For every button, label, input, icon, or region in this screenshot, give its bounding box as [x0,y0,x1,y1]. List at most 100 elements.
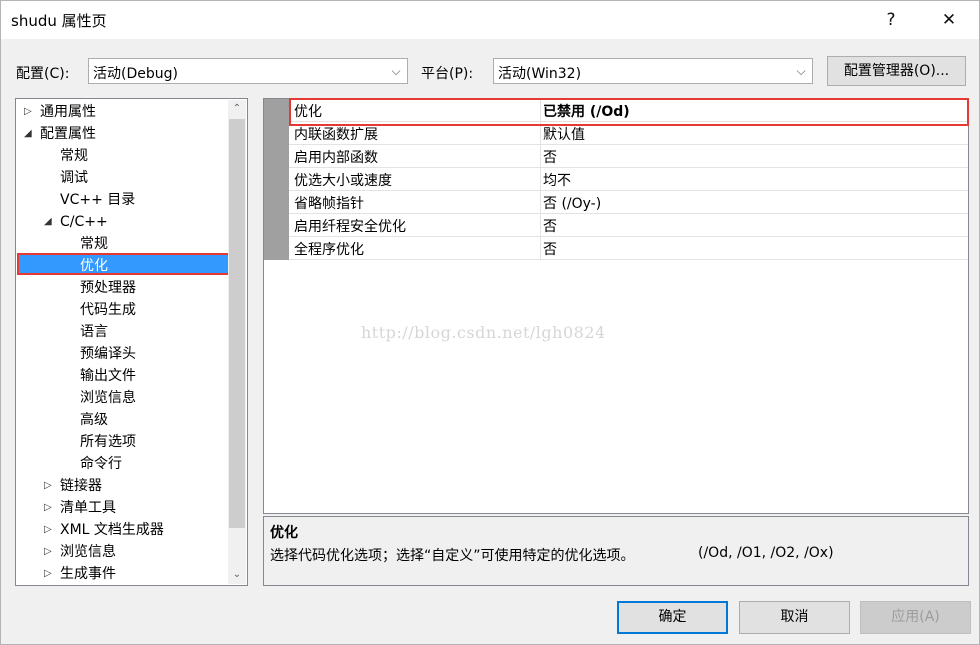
tree-item[interactable]: 所有选项 [16,431,226,453]
description-title: 优化 [270,525,298,541]
apply-button[interactable]: 应用(A) [860,601,971,634]
expand-arrow-icon[interactable]: ▷ [44,541,52,563]
property-name: 优选大小或速度 [294,173,392,189]
tree-item-label: 生成事件 [60,566,116,582]
property-row[interactable]: 优选大小或速度 均不 [289,168,968,191]
tree-item[interactable]: 高级 [16,409,226,431]
property-value[interactable]: 否 [543,147,557,167]
description-options: (/Od, /O1, /O2, /Ox) [698,545,834,561]
platform-label: 平台(P): [421,66,474,82]
property-name: 启用纤程安全优化 [294,219,406,235]
description-panel: 优化 选择代码优化选项；选择“自定义”可使用特定的优化选项。 (/Od, /O1… [263,516,969,586]
expand-arrow-icon[interactable]: ▷ [44,475,52,497]
property-value[interactable]: 否 [543,239,557,259]
tree-item-label: 通用属性 [40,104,96,120]
tree-item-label: 语言 [80,324,108,340]
collapse-arrow-icon[interactable]: ◢ [24,123,32,145]
ok-button[interactable]: 确定 [617,601,728,634]
config-dropdown-value: 活动(Debug) [93,66,178,82]
tree-item-label: 所有选项 [80,434,136,450]
tree-item-label: 高级 [80,412,108,428]
tree-item[interactable]: 代码生成 [16,299,226,321]
column-separator [540,214,541,237]
tree-item[interactable]: ▷ 链接器 [16,475,226,497]
tree-item[interactable]: ▷ 通用属性 [16,101,226,123]
tree-selection-annotation-box [17,253,230,275]
watermark: http://blog.csdn.net/lgh0824 [361,323,606,342]
property-value[interactable]: 均不 [543,170,571,190]
column-separator [540,237,541,260]
tree-item-label: 浏览信息 [80,390,136,406]
property-value[interactable]: 否 [543,216,557,236]
property-row[interactable]: 启用纤程安全优化 否 [289,214,968,237]
tree-item[interactable]: 浏览信息 [16,387,226,409]
tree-item[interactable]: 预编译头 [16,343,226,365]
config-label: 配置(C): [16,66,70,82]
tree-item-label: 命令行 [80,456,122,472]
close-icon: ✕ [941,10,957,30]
tree-item[interactable]: 预处理器 [16,277,226,299]
tree-item-label: 输出文件 [80,368,136,384]
tree-item-label: 常规 [60,148,88,164]
properties-dialog: shudu 属性页 ? ✕ 配置(C): 活动(Debug) ⌵ 平台(P): … [0,0,980,645]
expand-arrow-icon[interactable]: ▷ [24,101,32,123]
tree-item[interactable]: 常规 [16,145,226,167]
tree-scrollbar[interactable]: ⌃ ⌄ [228,100,246,584]
tree-item[interactable]: ◢ C/C++ [16,211,226,233]
config-dropdown[interactable]: 活动(Debug) ⌵ [88,58,408,84]
tree-item[interactable]: 语言 [16,321,226,343]
property-value[interactable]: 否 (/Oy-) [543,193,601,213]
selected-row-annotation-box [289,98,969,126]
property-name: 省略帧指针 [294,196,364,212]
close-button[interactable]: ✕ [926,1,972,39]
window-title: shudu 属性页 [11,12,107,30]
help-button[interactable]: ? [868,1,914,39]
tree-item-label: 浏览信息 [60,544,116,560]
platform-dropdown[interactable]: 活动(Win32) ⌵ [493,58,813,84]
property-grid: 优化 已禁用 (/Od) 内联函数扩展 默认值 启用内部函数否优选大小或速度 均不 省略帧指… [263,98,969,514]
column-separator [540,168,541,191]
property-name: 内联函数扩展 [294,127,378,143]
property-name: 启用内部函数 [294,150,378,166]
scroll-down-icon[interactable]: ⌄ [228,566,246,584]
property-row[interactable]: 全程序优化 否 [289,237,968,260]
tree-item[interactable]: ◢ 配置属性 [16,123,226,145]
cancel-button[interactable]: 取消 [739,601,850,634]
chevron-down-icon: ⌵ [796,64,806,78]
platform-dropdown-value: 活动(Win32) [498,66,582,82]
chevron-down-icon: ⌵ [391,64,401,78]
tree-item-label: 预编译头 [80,346,136,362]
expand-arrow-icon[interactable]: ▷ [44,563,52,585]
tree-item[interactable]: ▷ 浏览信息 [16,541,226,563]
tree-item-label: C/C++ [60,214,108,230]
tree-item-label: 预处理器 [80,280,136,296]
scroll-up-icon[interactable]: ⌃ [228,100,246,118]
tree-item-label: 常规 [80,236,108,252]
tree-item[interactable]: VC++ 目录 [16,189,226,211]
property-name: 全程序优化 [294,242,364,258]
tree-item-label: VC++ 目录 [60,192,136,208]
config-manager-button[interactable]: 配置管理器(O)... [827,56,966,86]
title-bar: shudu 属性页 ? ✕ [1,1,979,39]
tree-item[interactable]: 输出文件 [16,365,226,387]
tree-item-label: 代码生成 [80,302,136,318]
column-separator [540,145,541,168]
grid-category-strip [264,99,289,260]
scrollbar-thumb[interactable] [229,119,245,528]
property-value[interactable]: 默认值 [543,124,585,144]
tree-item-label: 清单工具 [60,500,116,516]
tree-item[interactable]: 调试 [16,167,226,189]
tree-item[interactable]: ▷ XML 文档生成器 [16,519,226,541]
property-row[interactable]: 省略帧指针 否 (/Oy-) [289,191,968,214]
tree-item[interactable]: ▷ 生成事件 [16,563,226,585]
tree-item[interactable]: 常规 [16,233,226,255]
collapse-arrow-icon[interactable]: ◢ [44,211,52,233]
expand-arrow-icon[interactable]: ▷ [44,519,52,541]
tree-item-label: 调试 [60,170,88,186]
property-row[interactable]: 启用内部函数 否 [289,145,968,168]
tree-item[interactable]: 命令行 [16,453,226,475]
tree-item-label: 链接器 [60,478,102,494]
tree-item[interactable]: ▷ 清单工具 [16,497,226,519]
description-text: 选择代码优化选项；选择“自定义”可使用特定的优化选项。 [270,548,635,564]
expand-arrow-icon[interactable]: ▷ [44,497,52,519]
